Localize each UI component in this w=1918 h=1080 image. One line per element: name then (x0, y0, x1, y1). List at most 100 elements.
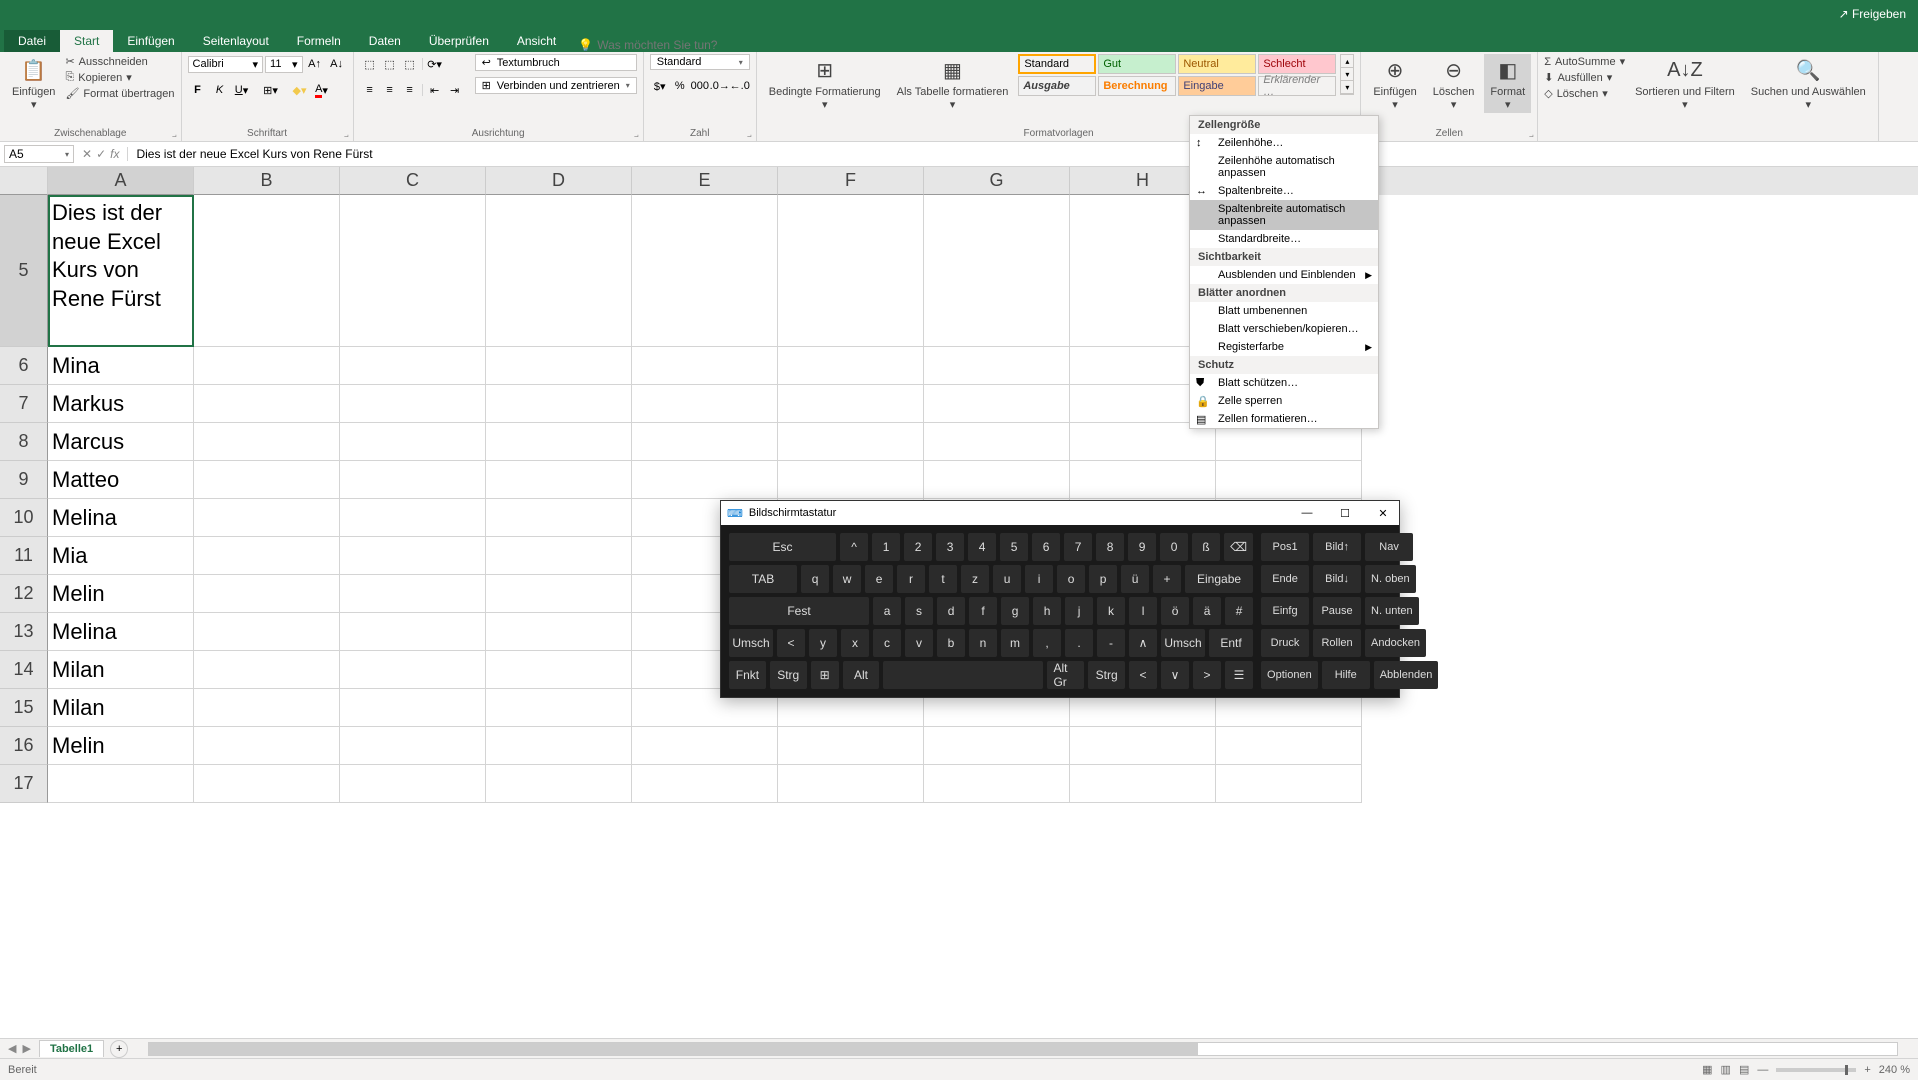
cell[interactable] (194, 727, 340, 765)
underline-button[interactable]: U▾ (232, 80, 252, 100)
column-header[interactable]: F (778, 167, 924, 195)
bold-button[interactable]: F (188, 80, 208, 100)
maximize-button[interactable]: ☐ (1329, 507, 1361, 520)
cell[interactable] (194, 765, 340, 803)
key[interactable]: m (1001, 629, 1029, 657)
key[interactable]: Bild↓ (1313, 565, 1361, 593)
cell[interactable] (778, 727, 924, 765)
cancel-entry-icon[interactable]: ✕ (82, 147, 92, 161)
cell[interactable] (486, 537, 632, 575)
key[interactable]: h (1033, 597, 1061, 625)
key[interactable]: # (1225, 597, 1253, 625)
key[interactable]: N. oben (1365, 565, 1416, 593)
row-header[interactable]: 6 (0, 347, 48, 385)
column-header[interactable]: D (486, 167, 632, 195)
key[interactable]: . (1065, 629, 1093, 657)
key[interactable]: c (873, 629, 901, 657)
key[interactable]: TAB (729, 565, 797, 593)
row-header[interactable]: 11 (0, 537, 48, 575)
tab-view[interactable]: Ansicht (503, 30, 570, 52)
key[interactable]: 5 (1000, 533, 1028, 561)
key[interactable]: + (1153, 565, 1181, 593)
paste-button[interactable]: 📋 Einfügen▾ (6, 54, 61, 113)
cell[interactable] (194, 423, 340, 461)
style-ausgabe[interactable]: Ausgabe (1018, 76, 1096, 96)
cell[interactable] (632, 195, 778, 347)
select-all-corner[interactable] (0, 167, 48, 195)
row-header[interactable]: 5 (0, 195, 48, 347)
cell[interactable] (1216, 461, 1362, 499)
style-schlecht[interactable]: Schlecht (1258, 54, 1336, 74)
cell[interactable] (778, 385, 924, 423)
key[interactable]: 8 (1096, 533, 1124, 561)
tab-file[interactable]: Datei (4, 30, 60, 52)
cell[interactable] (1070, 461, 1216, 499)
autosum-button[interactable]: ΣAutoSumme ▾ (1544, 54, 1625, 69)
menu-protect-sheet[interactable]: ⛊Blatt schützen… (1190, 374, 1378, 392)
key[interactable]: Fest (729, 597, 869, 625)
cell[interactable] (486, 195, 632, 347)
cell[interactable] (194, 575, 340, 613)
borders-button[interactable]: ⊞▾ (261, 80, 281, 100)
cell[interactable] (1216, 765, 1362, 803)
cell[interactable] (486, 765, 632, 803)
cell[interactable] (194, 689, 340, 727)
key[interactable]: Rollen (1313, 629, 1361, 657)
menu-autofit-row[interactable]: Zeilenhöhe automatisch anpassen (1190, 152, 1378, 182)
fill-button[interactable]: ⬇Ausfüllen ▾ (1544, 70, 1625, 85)
key[interactable]: Pos1 (1261, 533, 1309, 561)
row-header[interactable]: 13 (0, 613, 48, 651)
cell[interactable] (778, 347, 924, 385)
key[interactable]: ⌫ (1224, 533, 1253, 561)
share-button[interactable]: ↗ Freigeben (1839, 7, 1906, 21)
cell[interactable] (1070, 765, 1216, 803)
osk-titlebar[interactable]: ⌨ Bildschirmtastatur — ☐ ✕ (721, 501, 1399, 525)
cells-format-button[interactable]: ◧Format▾ (1484, 54, 1531, 113)
row-header[interactable]: 12 (0, 575, 48, 613)
zoom-level[interactable]: 240 % (1879, 1064, 1910, 1076)
key[interactable]: z (961, 565, 989, 593)
view-pagelayout-icon[interactable]: ▥ (1721, 1063, 1731, 1076)
key[interactable]: , (1033, 629, 1061, 657)
confirm-entry-icon[interactable]: ✓ (96, 147, 106, 161)
cells-delete-button[interactable]: ⊖Löschen▾ (1427, 54, 1481, 113)
key[interactable]: 4 (968, 533, 996, 561)
zoom-out-button[interactable]: — (1757, 1064, 1768, 1076)
cell[interactable] (1070, 727, 1216, 765)
key[interactable]: N. unten (1365, 597, 1419, 625)
fill-color-button[interactable]: ◆▾ (290, 80, 310, 100)
key[interactable]: f (969, 597, 997, 625)
key[interactable]: 1 (872, 533, 900, 561)
key[interactable]: 2 (904, 533, 932, 561)
cell[interactable] (924, 423, 1070, 461)
menu-lock-cell[interactable]: 🔒Zelle sperren (1190, 392, 1378, 410)
sheet-nav-prev[interactable]: ◀ (8, 1042, 16, 1055)
format-painter-button[interactable]: 🖌Format übertragen (65, 86, 174, 101)
key[interactable]: Abblenden (1374, 661, 1439, 689)
cell[interactable] (486, 461, 632, 499)
key[interactable]: < (1129, 661, 1157, 689)
cell[interactable] (340, 347, 486, 385)
key[interactable]: Ende (1261, 565, 1309, 593)
key[interactable]: t (929, 565, 957, 593)
style-berechnung[interactable]: Berechnung (1098, 76, 1176, 96)
cell[interactable] (924, 765, 1070, 803)
zoom-slider[interactable] (1776, 1068, 1856, 1072)
align-bottom-button[interactable]: ⬚ (400, 54, 420, 74)
sort-filter-button[interactable]: A↓ZSortieren und Filtern▾ (1629, 54, 1741, 113)
cell[interactable] (486, 613, 632, 651)
key[interactable]: Hilfe (1322, 661, 1370, 689)
align-middle-button[interactable]: ⬚ (380, 54, 400, 74)
menu-rename-sheet[interactable]: Blatt umbenennen (1190, 302, 1378, 320)
cell[interactable]: Melina (48, 613, 194, 651)
key[interactable]: Entf (1209, 629, 1253, 657)
decrease-decimal-button[interactable]: ←.0 (730, 76, 750, 96)
key[interactable]: Bild↑ (1313, 533, 1361, 561)
cell[interactable] (486, 651, 632, 689)
menu-row-height[interactable]: ↕Zeilenhöhe… (1190, 134, 1378, 152)
key[interactable]: Alt Gr (1047, 661, 1084, 689)
cell[interactable] (340, 727, 486, 765)
key[interactable]: a (873, 597, 901, 625)
tab-insert[interactable]: Einfügen (113, 30, 188, 52)
key[interactable]: ⊞ (811, 661, 839, 689)
